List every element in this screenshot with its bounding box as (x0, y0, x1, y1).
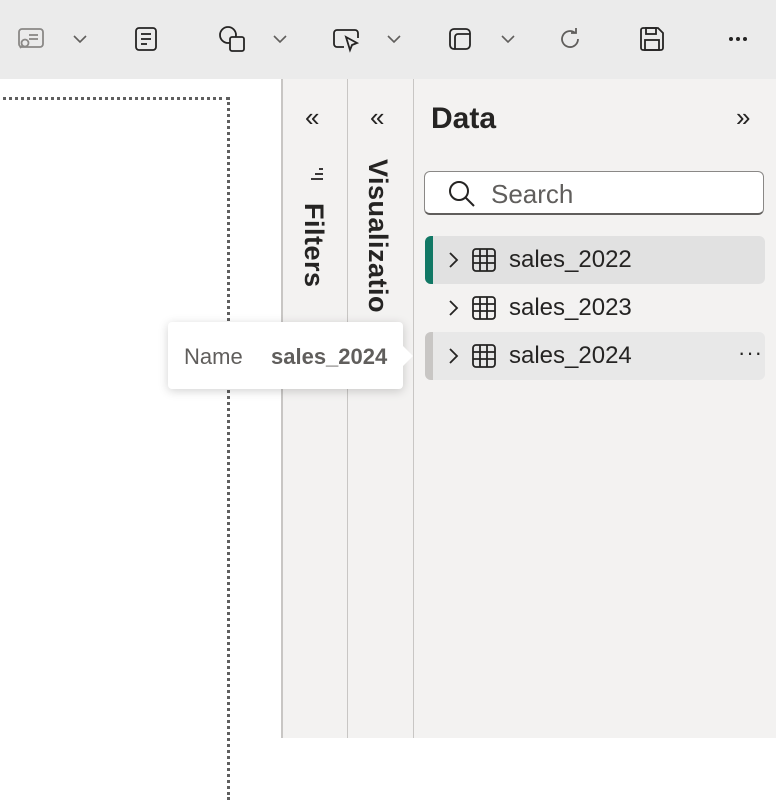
visualizations-pane: « Visualizatio (347, 79, 413, 738)
table-name: sales_2024 (509, 342, 632, 369)
chevron-right-icon[interactable] (443, 296, 465, 320)
visualizations-label[interactable]: Visualizatio (362, 159, 393, 313)
chevron-down-icon[interactable] (377, 22, 411, 56)
data-pane-title: Data (431, 102, 497, 135)
filters-collapse-icon[interactable]: « (305, 104, 319, 130)
text-box-icon[interactable] (129, 22, 163, 56)
filters-label[interactable]: Filters (298, 203, 329, 288)
shapes-icon[interactable] (215, 22, 249, 56)
data-pane: Data » sales_2022 sales_2023 (413, 79, 776, 738)
table-item-sales-2024[interactable]: sales_2024 ··· (425, 332, 765, 380)
refresh-icon[interactable] (553, 22, 587, 56)
filter-icon (309, 164, 325, 182)
chevron-down-icon[interactable] (491, 22, 525, 56)
filters-pane: « Filters (281, 79, 348, 738)
chevron-down-icon[interactable] (263, 22, 297, 56)
search-icon (447, 179, 477, 209)
chevron-right-icon[interactable] (443, 248, 465, 272)
search-input[interactable] (489, 178, 753, 210)
data-expand-icon[interactable]: » (736, 104, 750, 130)
table-item-sales-2022[interactable]: sales_2022 (425, 236, 765, 284)
tooltip-arrow (403, 346, 413, 366)
table-item-sales-2023[interactable]: sales_2023 (425, 284, 765, 332)
table-name-tooltip: Name sales_2024 (168, 322, 413, 389)
chevron-down-icon[interactable] (63, 22, 97, 56)
chevron-right-icon[interactable] (443, 344, 465, 368)
report-canvas[interactable] (0, 79, 281, 800)
tooltip-key: Name (184, 344, 243, 369)
more-options-icon[interactable]: ··· (738, 340, 763, 366)
selected-visual-outline[interactable] (0, 97, 230, 800)
table-icon (471, 295, 497, 321)
table-icon (471, 343, 497, 369)
more-options-icon[interactable] (721, 22, 755, 56)
tooltip-value: sales_2024 (271, 344, 388, 369)
qna-icon[interactable] (14, 22, 48, 56)
ribbon-toolbar (0, 0, 776, 79)
table-icon (471, 247, 497, 273)
selection-indicator (425, 236, 433, 284)
visualizations-collapse-icon[interactable]: « (370, 104, 384, 130)
table-name: sales_2023 (509, 294, 632, 321)
data-search-box[interactable] (424, 171, 764, 215)
table-name: sales_2022 (509, 246, 632, 273)
save-icon[interactable] (635, 22, 669, 56)
buttons-icon[interactable] (329, 22, 363, 56)
visual-gallery-icon[interactable] (443, 22, 477, 56)
hover-indicator (425, 332, 433, 380)
